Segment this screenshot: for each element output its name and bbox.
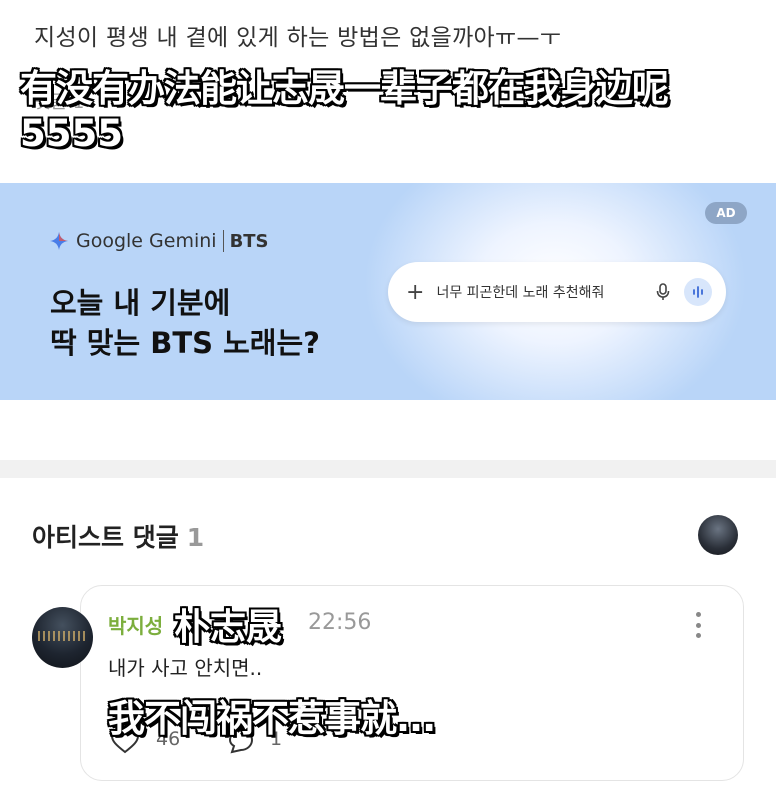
post-text: 지성이 평생 내 곁에 있게 하는 방법은 없을까아ㅠ—ㅜ (34, 25, 562, 51)
voice-wave-icon[interactable] (684, 278, 712, 306)
ad-badge: AD (705, 202, 747, 224)
artist-avatar[interactable] (698, 515, 738, 555)
avatar-city-lights (38, 631, 88, 641)
ad-brand: Google Gemini BTS (50, 230, 269, 252)
comment-body: 내가 사고 안치면.. (108, 656, 263, 680)
artist-comments-label: 아티스트 댓글 (32, 523, 179, 552)
ad-search-prompt: 너무 피곤한데 노래 추천해줘 (436, 285, 605, 301)
ad-headline-line1: 오늘 내 기분에 (50, 286, 231, 320)
subtitle-overlay-line1: 有没有办法能让志晟一辈子都在我身边呢 (20, 67, 669, 110)
plus-icon[interactable]: + (406, 280, 424, 305)
brand-divider (222, 230, 224, 252)
gemini-spark-icon (50, 232, 68, 250)
ad-brand-name: Google Gemini (76, 230, 217, 252)
comment-time: 22:56 (308, 610, 372, 635)
comment-author-avatar[interactable] (32, 607, 93, 668)
subtitle-overlay-reply: 我不闯祸不惹事就... (108, 697, 436, 740)
artist-comments-title: 아티스트 댓글 1 (32, 518, 204, 554)
section-separator (0, 460, 776, 478)
mic-icon[interactable] (656, 283, 670, 301)
ad-brand-partner: BTS (229, 230, 269, 252)
subtitle-overlay-name: 朴志晟 (174, 607, 283, 648)
ad-search-pill[interactable]: + 너무 피곤한데 노래 추천해줘 (388, 262, 726, 322)
ad-headline-line2: 딱 맞는 BTS 노래는? (50, 326, 320, 360)
more-options-icon[interactable] (690, 612, 706, 638)
artist-comments-count: 1 (186, 523, 205, 552)
comment-author[interactable]: 박지성 (108, 610, 163, 639)
subtitle-overlay-line2: 5555 (20, 112, 123, 155)
